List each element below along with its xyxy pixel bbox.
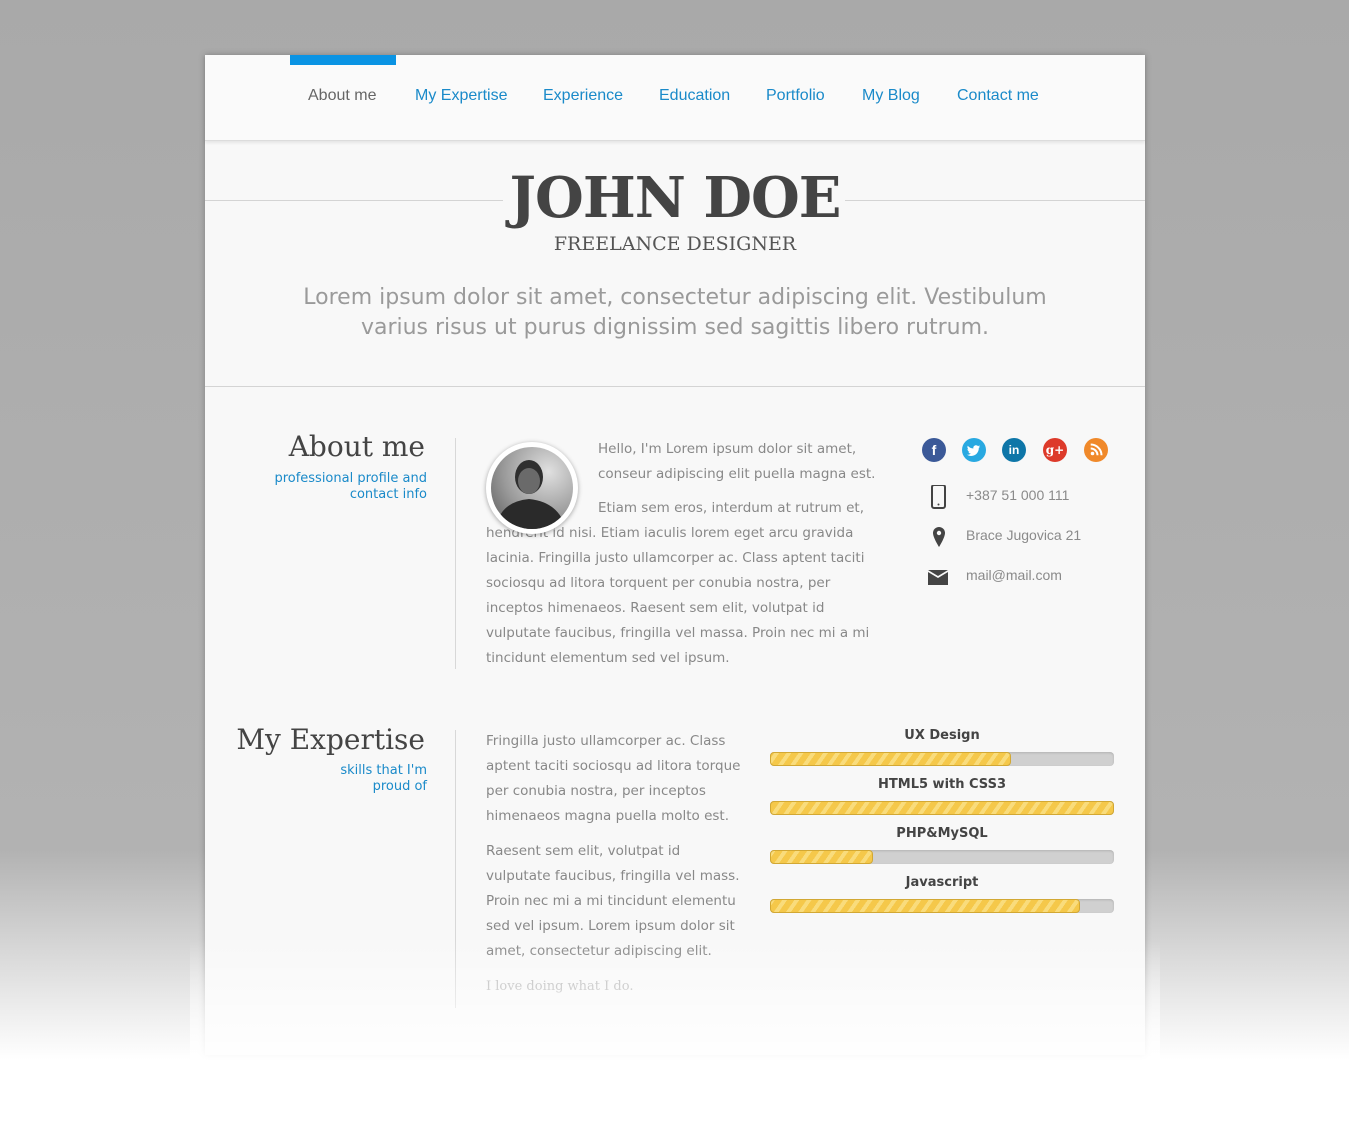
- linkedin-icon[interactable]: in: [1002, 438, 1026, 462]
- envelope-icon: [925, 565, 951, 589]
- skill-javascript: Javascript: [770, 875, 1114, 913]
- skill-html5-css3: HTML5 with CSS3: [770, 777, 1114, 815]
- expertise-paragraph: Raesent sem elit, volutpat id vulputate …: [486, 843, 740, 959]
- skill-ux-design: UX Design: [770, 728, 1114, 766]
- nav-item-contact-me[interactable]: Contact me: [957, 87, 1039, 105]
- about-section-title: About me: [288, 430, 425, 463]
- skill-progress-fill: [770, 752, 1011, 766]
- person-name: JOHN DOE: [509, 165, 842, 231]
- skill-label: Javascript: [905, 875, 979, 890]
- top-navigation: About me My Expertise Experience Educati…: [205, 55, 1145, 141]
- email-address[interactable]: mail@mail.com: [966, 567, 1062, 583]
- rss-icon[interactable]: [1084, 438, 1108, 462]
- expertise-tagline: I love doing what I do.: [486, 979, 634, 994]
- header-bottom-divider: [205, 386, 1145, 387]
- skill-label: PHP&MySQL: [896, 826, 988, 841]
- expertise-text: Fringilla justo ullamcorper ac. Class ap…: [486, 729, 741, 1009]
- nav-item-portfolio[interactable]: Portfolio: [766, 87, 825, 105]
- profile-avatar: [486, 442, 578, 534]
- facebook-icon[interactable]: f: [922, 438, 946, 462]
- profile-photo: [491, 447, 573, 529]
- expertise-section-title: My Expertise: [236, 723, 425, 756]
- skill-php-mysql: PHP&MySQL: [770, 826, 1114, 864]
- skill-progress-track: [770, 752, 1114, 766]
- skill-label: UX Design: [904, 728, 980, 743]
- phone-icon: [925, 484, 951, 509]
- address: Brace Jugovica 21: [966, 527, 1082, 543]
- expertise-vertical-divider: [455, 730, 456, 1008]
- active-nav-indicator: [290, 55, 396, 65]
- expertise-section-subtitle: skills that I'm proud of: [340, 763, 427, 794]
- about-vertical-divider: [455, 438, 456, 669]
- skill-progress-track: [770, 899, 1114, 913]
- skill-progress-fill: [770, 850, 874, 864]
- nav-item-my-expertise[interactable]: My Expertise: [415, 87, 507, 105]
- twitter-icon[interactable]: [962, 438, 986, 462]
- intro-text: Lorem ipsum dolor sit amet, consectetur …: [303, 285, 1047, 340]
- nav-item-about-me[interactable]: About me: [308, 87, 376, 105]
- expertise-paragraph: Fringilla justo ullamcorper ac. Class ap…: [486, 733, 741, 824]
- skill-progress-fill: [770, 801, 1114, 815]
- nav-item-experience[interactable]: Experience: [543, 87, 623, 105]
- location-pin-icon: [925, 525, 951, 549]
- phone-number: +387 51 000 111: [966, 487, 1070, 503]
- nav-item-education[interactable]: Education: [659, 87, 730, 105]
- skill-label: HTML5 with CSS3: [878, 777, 1006, 792]
- about-section-subtitle: professional profile and contact info: [274, 471, 427, 502]
- person-title: FREELANCE DESIGNER: [553, 233, 797, 255]
- nav-item-my-blog[interactable]: My Blog: [862, 87, 920, 105]
- resume-page: About me My Expertise Experience Educati…: [205, 55, 1145, 1055]
- skill-progress-track: [770, 801, 1114, 815]
- google-plus-icon[interactable]: g+: [1043, 438, 1067, 462]
- skill-progress-fill: [770, 899, 1080, 913]
- skill-progress-track: [770, 850, 1114, 864]
